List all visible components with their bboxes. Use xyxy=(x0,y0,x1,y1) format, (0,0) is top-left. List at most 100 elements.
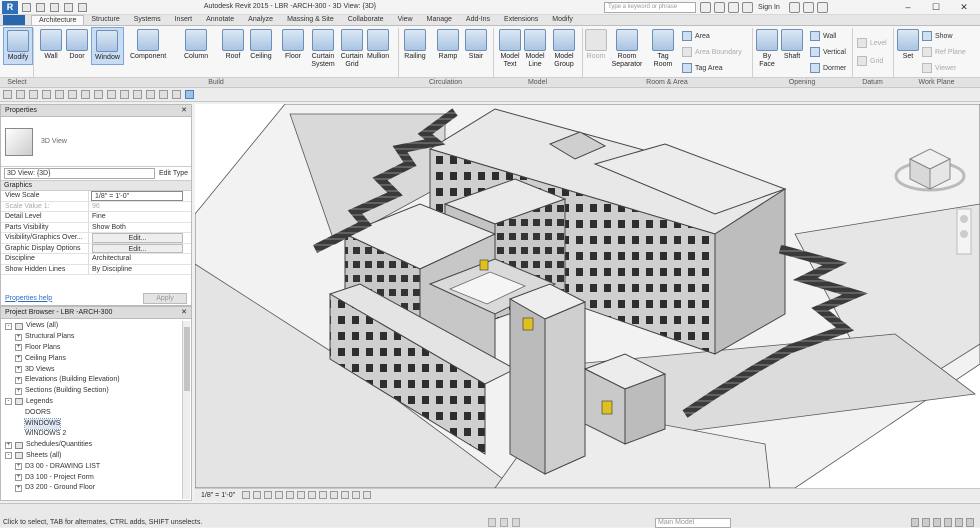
sign-in-link[interactable]: Sign In xyxy=(758,4,780,11)
measure-icon[interactable] xyxy=(81,90,90,99)
browser-item[interactable]: - Legends xyxy=(1,397,191,408)
design-options-icon[interactable] xyxy=(500,518,508,527)
edit-type-button[interactable]: Edit Type xyxy=(159,170,188,177)
undo-icon[interactable] xyxy=(42,90,51,99)
area-button[interactable]: Area xyxy=(682,31,710,41)
expand-icon[interactable]: + xyxy=(15,387,22,395)
show-hidden-lines-field[interactable]: By Discipline xyxy=(89,265,191,275)
subscription-icon[interactable] xyxy=(714,2,725,13)
expand-icon[interactable]: + xyxy=(5,441,12,449)
tab-modify[interactable]: Modify xyxy=(545,15,580,25)
close-button[interactable]: ✕ xyxy=(950,0,978,14)
exchange-icon[interactable] xyxy=(802,2,814,13)
maximize-button[interactable]: ☐ xyxy=(922,0,950,14)
hide-isolate-icon[interactable] xyxy=(330,491,339,499)
area-boundary-button[interactable]: Area Boundary xyxy=(682,47,742,57)
drag-elements-icon[interactable] xyxy=(955,518,963,527)
search-input[interactable]: Type a keyword or phrase xyxy=(604,2,696,13)
type-selector[interactable]: 3D View xyxy=(1,117,191,167)
model-group-button[interactable]: Model Group xyxy=(550,29,578,69)
expand-icon[interactable]: + xyxy=(15,376,22,384)
application-menu-button[interactable] xyxy=(3,15,25,25)
ramp-button[interactable]: Ramp xyxy=(437,29,459,61)
tab-insert[interactable]: Insert xyxy=(168,15,200,25)
navigation-bar[interactable] xyxy=(956,208,972,255)
show-workplane-button[interactable]: Show xyxy=(922,31,953,41)
collapse-icon[interactable]: - xyxy=(5,322,12,330)
analysis-icon[interactable] xyxy=(363,491,372,499)
browser-item[interactable]: + Ceiling Plans xyxy=(1,353,191,364)
browser-item[interactable]: +3D Views xyxy=(1,364,191,375)
tab-collaborate[interactable]: Collaborate xyxy=(341,15,391,25)
window-button[interactable]: Window xyxy=(91,27,124,65)
browser-item[interactable]: WINDOWS xyxy=(1,417,191,430)
wall-opening-button[interactable]: Wall xyxy=(810,31,836,41)
editable-only-icon[interactable] xyxy=(512,518,520,527)
ceiling-button[interactable]: Ceiling xyxy=(250,29,272,61)
visual-style-icon[interactable] xyxy=(253,491,262,499)
view-instance-select[interactable]: 3D View: {3D} xyxy=(4,168,155,179)
tab-annotate[interactable]: Annotate xyxy=(199,15,241,25)
minimize-button[interactable]: – xyxy=(894,0,922,14)
grid-button[interactable]: Grid xyxy=(857,56,883,66)
browser-item[interactable]: + Floor Plans xyxy=(1,343,191,354)
shadows-icon[interactable] xyxy=(275,491,284,499)
section-icon[interactable] xyxy=(146,90,155,99)
floor-button[interactable]: Floor xyxy=(282,29,304,61)
collapse-icon[interactable]: - xyxy=(5,398,12,406)
tag-icon[interactable] xyxy=(107,90,116,99)
sync-icon[interactable] xyxy=(29,90,38,99)
browser-item[interactable]: + Schedules/Quantities xyxy=(1,440,191,451)
binoculars-icon[interactable] xyxy=(700,2,711,13)
cart-icon[interactable] xyxy=(788,2,800,13)
temporary-view-icon[interactable] xyxy=(352,491,361,499)
sun-path-icon[interactable] xyxy=(264,491,273,499)
dimension-icon[interactable] xyxy=(94,90,103,99)
ref-plane-button[interactable]: Ref Plane xyxy=(922,47,966,57)
select-by-face-icon[interactable] xyxy=(944,518,952,527)
close-icon[interactable]: ✕ xyxy=(181,308,187,316)
browser-item[interactable]: + D3 00 - DRAWING LIST xyxy=(1,461,191,472)
door-button[interactable]: Door xyxy=(66,29,88,61)
dormer-button[interactable]: Dormer xyxy=(810,63,846,73)
model-text-button[interactable]: Model Text xyxy=(497,29,523,69)
collapse-icon[interactable]: - xyxy=(5,452,12,460)
roof-button[interactable]: Roof xyxy=(222,29,244,61)
modify-button[interactable]: Modify xyxy=(3,27,33,65)
tab-add-ins[interactable]: Add-Ins xyxy=(459,15,497,25)
view-scale-field[interactable]: 1/8" = 1'-0" xyxy=(91,191,183,201)
browser-item[interactable]: + D3 200 - Ground Floor xyxy=(1,483,191,494)
tab-massing-site[interactable]: Massing & Site xyxy=(280,15,341,25)
vertical-opening-button[interactable]: Vertical xyxy=(810,47,846,57)
select-pinned-icon[interactable] xyxy=(933,518,941,527)
viewer-button[interactable]: Viewer xyxy=(922,63,956,73)
detail-level-icon[interactable] xyxy=(242,491,251,499)
worksets-icon[interactable] xyxy=(488,518,496,527)
select-cursor-icon[interactable] xyxy=(185,90,194,99)
tab-manage[interactable]: Manage xyxy=(420,15,459,25)
expand-icon[interactable]: + xyxy=(15,344,22,352)
panel-select-label[interactable]: Select xyxy=(2,79,32,86)
graphic-display-edit-button[interactable]: Edit... xyxy=(92,243,183,253)
set-workplane-button[interactable]: Set xyxy=(897,29,919,61)
show-crop-icon[interactable] xyxy=(308,491,317,499)
tab-systems[interactable]: Systems xyxy=(127,15,168,25)
browser-item[interactable]: DOORS xyxy=(1,407,191,418)
parts-visibility-field[interactable]: Show Both xyxy=(89,223,191,233)
reveal-hidden-icon[interactable] xyxy=(341,491,350,499)
model-line-button[interactable]: Model Line xyxy=(523,29,547,69)
expand-icon[interactable]: + xyxy=(15,333,22,341)
text-icon[interactable] xyxy=(120,90,129,99)
filter-icon[interactable] xyxy=(966,518,974,527)
tab-architecture[interactable]: Architecture xyxy=(31,15,85,25)
browser-item[interactable]: + Sections (Building Section) xyxy=(1,386,191,397)
room-separator-button[interactable]: Room Separator xyxy=(610,29,644,69)
browser-item[interactable]: + Structural Plans xyxy=(1,332,191,343)
user-icon[interactable] xyxy=(742,2,753,13)
render-icon[interactable] xyxy=(286,491,295,499)
select-links-icon[interactable] xyxy=(911,518,919,527)
redo-icon[interactable] xyxy=(55,90,64,99)
3d-view-icon[interactable] xyxy=(133,90,142,99)
expand-icon[interactable]: + xyxy=(15,463,22,471)
vg-overrides-edit-button[interactable]: Edit... xyxy=(92,233,183,243)
